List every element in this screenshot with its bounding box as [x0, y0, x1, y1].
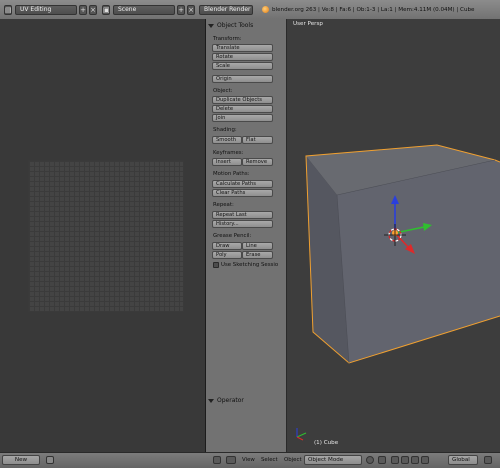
operator-panel-header[interactable]: Operator	[206, 395, 286, 406]
object-tools-panel-header[interactable]: Object Tools	[206, 20, 286, 31]
blender-logo-icon	[262, 6, 269, 13]
keyframes-label: Keyframes:	[213, 150, 244, 156]
origin-button[interactable]: Origin	[212, 75, 273, 83]
cube-front-face[interactable]	[337, 160, 500, 363]
object-menu[interactable]: Object	[284, 455, 302, 465]
mode-select[interactable]: Object Mode	[304, 455, 362, 465]
new-image-button[interactable]: New	[2, 455, 40, 465]
editor-type-icon[interactable]: ▤	[4, 5, 12, 15]
repeat-last-button[interactable]: Repeat Last	[212, 211, 273, 219]
add-layout-icon[interactable]: +	[79, 5, 87, 15]
collapse-triangle-icon	[208, 398, 214, 403]
scale-button[interactable]: Scale	[212, 62, 273, 70]
smooth-button[interactable]: Smooth	[212, 136, 242, 144]
scene-stats: blender.org 263 | Ve:8 | Fa:6 | Ob:1-3 |…	[272, 7, 475, 13]
add-scene-icon[interactable]: +	[177, 5, 185, 15]
scale-manipulator-icon[interactable]	[421, 456, 429, 464]
duplicate-objects-button[interactable]: Duplicate Objects	[212, 96, 273, 104]
viewport-canvas[interactable]	[287, 19, 500, 452]
join-button[interactable]: Join	[212, 114, 273, 122]
grease-erase-button[interactable]: Erase	[242, 251, 273, 259]
remove-keyframe-button[interactable]: Remove	[242, 158, 273, 166]
menu-toggle-icon[interactable]	[226, 456, 236, 464]
insert-keyframe-button[interactable]: Insert	[212, 158, 242, 166]
use-sketching-label: Use Sketching Sessio	[221, 262, 279, 268]
use-sketching-checkbox[interactable]	[213, 262, 219, 268]
tool-shelf: Object Tools Transform: Translate Rotate…	[206, 19, 287, 452]
operator-title: Operator	[217, 397, 244, 404]
delete-button[interactable]: Delete	[212, 105, 273, 113]
rotate-manipulator-icon[interactable]	[411, 456, 419, 464]
remove-layout-icon[interactable]: ×	[89, 5, 97, 15]
select-menu[interactable]: Select	[261, 455, 278, 465]
object-tools-title: Object Tools	[217, 22, 254, 29]
flat-button[interactable]: Flat	[242, 136, 273, 144]
collapse-triangle-icon	[208, 23, 214, 28]
uv-grid[interactable]	[28, 160, 184, 312]
orientation-select[interactable]: Global	[448, 455, 478, 465]
rotate-button[interactable]: Rotate	[212, 53, 273, 61]
grease-poly-button[interactable]: Poly	[212, 251, 242, 259]
repeat-label: Repeat:	[213, 202, 234, 208]
scene-type-icon[interactable]: ▣	[102, 5, 110, 15]
transform-label: Transform:	[213, 36, 242, 42]
grease-line-button[interactable]: Line	[242, 242, 273, 250]
view-axes-icon	[296, 428, 307, 441]
scene-select[interactable]: Scene	[113, 5, 175, 15]
manipulator-toggle-icon[interactable]	[391, 456, 399, 464]
calculate-paths-button[interactable]: Calculate Paths	[212, 180, 273, 188]
grease-draw-button[interactable]: Draw	[212, 242, 242, 250]
object-label: Object:	[213, 88, 233, 94]
grease-pencil-label: Grease Pencil:	[213, 233, 252, 239]
shading-label: Shading:	[213, 127, 237, 133]
uv-image-editor[interactable]	[0, 19, 206, 452]
bottom-header: New View Select Object Object Mode Globa…	[0, 452, 500, 468]
render-engine-select[interactable]: Blender Render	[199, 5, 253, 15]
translate-manipulator-icon[interactable]	[401, 456, 409, 464]
history-button[interactable]: History...	[212, 220, 273, 228]
motion-paths-label: Motion Paths:	[213, 171, 250, 177]
editor-type-icon[interactable]	[213, 456, 221, 464]
view-menu[interactable]: View	[242, 455, 255, 465]
active-object-label: (1) Cube	[314, 440, 339, 446]
clear-paths-button[interactable]: Clear Paths	[212, 189, 273, 197]
remove-scene-icon[interactable]: ×	[187, 5, 195, 15]
screen-layout-select[interactable]: UV Editing	[15, 5, 77, 15]
translate-button[interactable]: Translate	[212, 44, 273, 52]
image-browse-icon[interactable]	[46, 456, 54, 464]
pivot-point-icon[interactable]	[378, 456, 386, 464]
top-header: ▤ UV Editing + × ▣ Scene + × Blender Ren…	[0, 0, 500, 20]
3d-viewport[interactable]: User Persp (1) Cube	[287, 19, 500, 452]
viewport-shading-icon[interactable]	[366, 456, 374, 464]
layers-icon[interactable]	[484, 456, 492, 464]
